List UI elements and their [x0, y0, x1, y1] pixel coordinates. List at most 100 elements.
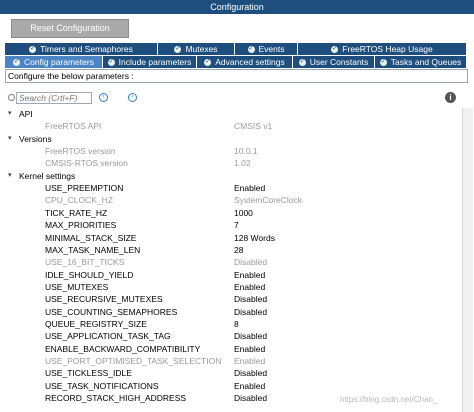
- param-row[interactable]: USE_RECURSIVE_MUTEXES Disabled: [0, 293, 462, 305]
- param-value[interactable]: 28: [234, 244, 243, 256]
- check-icon: ✓: [247, 45, 255, 53]
- tab-row-1: ✓ Timers and Semaphores ✓ Mutexes ✓ Events ✓ Fr…: [5, 43, 467, 55]
- param-value[interactable]: 7: [234, 219, 239, 231]
- param-row[interactable]: USE_COUNTING_SEMAPHORES Disabled: [0, 306, 462, 318]
- group-api[interactable]: ▾ API: [0, 108, 462, 120]
- param-value[interactable]: Disabled: [234, 330, 267, 342]
- watermark-text: https://blog.csdn.net/Chan_: [340, 395, 438, 404]
- tab-timers-and-semaphores[interactable]: ✓ Timers and Semaphores: [5, 43, 158, 55]
- check-icon: ✓: [379, 58, 387, 66]
- tab-label: Mutexes: [185, 44, 218, 54]
- param-row: USE_PORT_OPTIMISED_TASK_SELECTION Enabled: [0, 355, 462, 367]
- param-value: SystemCoreClock: [234, 195, 303, 206]
- tab-label: Events: [258, 44, 285, 54]
- param-row: USE_16_BIT_TICKS Disabled: [0, 256, 462, 268]
- param-row[interactable]: USE_PREEMPTION Enabled: [0, 182, 462, 194]
- param-value[interactable]: 1000: [234, 207, 253, 219]
- chevron-down-icon[interactable]: ▾: [8, 170, 12, 182]
- param-name: IDLE_SHOULD_YIELD: [45, 269, 134, 280]
- tab-mutexes[interactable]: ✓ Mutexes: [158, 43, 235, 55]
- param-row: CPU_CLOCK_HZ SystemCoreClock: [0, 194, 462, 206]
- param-name: MAX_TASK_NAME_LEN: [45, 244, 141, 255]
- param-value[interactable]: Disabled: [234, 392, 267, 404]
- param-row[interactable]: USE_APPLICATION_TASK_TAG Disabled: [0, 330, 462, 342]
- param-name: USE_TICKLESS_IDLE: [45, 368, 132, 379]
- reset-configuration-button[interactable]: Reset Configuration: [11, 19, 129, 38]
- param-row[interactable]: USE_TICKLESS_IDLE Disabled: [0, 367, 462, 379]
- param-row[interactable]: IDLE_SHOULD_YIELD Enabled: [0, 269, 462, 281]
- param-value[interactable]: Enabled: [234, 281, 265, 293]
- param-name: FreeRTOS API: [45, 121, 102, 132]
- param-name: USE_RECURSIVE_MUTEXES: [45, 294, 163, 305]
- param-name: CPU_CLOCK_HZ: [45, 195, 114, 206]
- param-value[interactable]: Enabled: [234, 380, 265, 392]
- param-name: ENABLE_BACKWARD_COMPATIBILITY: [45, 343, 201, 354]
- chevron-down-icon[interactable]: ▾: [8, 133, 12, 145]
- tab-label: Include parameters: [118, 57, 192, 67]
- param-value[interactable]: 128 Words: [234, 232, 275, 244]
- check-icon: ✓: [174, 45, 182, 53]
- window-title: Configuration: [0, 0, 474, 14]
- param-name: USE_PREEMPTION: [45, 183, 124, 194]
- param-value[interactable]: Disabled: [234, 367, 267, 379]
- param-name: USE_COUNTING_SEMAPHORES: [45, 306, 178, 317]
- group-kernel-settings[interactable]: ▾ Kernel settings: [0, 170, 462, 182]
- param-name: RECORD_STACK_HIGH_ADDRESS: [45, 393, 187, 404]
- tab-freertos-heap-usage[interactable]: ✓ FreeRTOS Heap Usage: [298, 43, 467, 55]
- param-name: USE_APPLICATION_TASK_TAG: [45, 331, 171, 342]
- param-row: FreeRTOS API CMSIS v1: [0, 120, 462, 132]
- group-label: Versions: [19, 133, 52, 144]
- param-row[interactable]: USE_MUTEXES Enabled: [0, 281, 462, 293]
- param-value[interactable]: Enabled: [234, 343, 265, 355]
- tab-label: Tasks and Queues: [390, 57, 462, 67]
- param-value[interactable]: Disabled: [234, 293, 267, 305]
- check-icon: ✓: [204, 58, 212, 66]
- param-name: USE_16_BIT_TICKS: [45, 257, 125, 268]
- check-icon: ✓: [13, 58, 21, 66]
- tab-include-parameters[interactable]: ✓ Include parameters: [103, 56, 197, 68]
- param-name: TICK_RATE_HZ: [45, 207, 108, 218]
- group-label: API: [19, 109, 33, 119]
- param-name: USE_MUTEXES: [45, 281, 109, 292]
- param-row[interactable]: QUEUE_REGISTRY_SIZE 8: [0, 318, 462, 330]
- param-name: CMSIS-RTOS version: [45, 158, 128, 169]
- group-label: Kernel settings: [19, 170, 76, 181]
- param-value: Enabled: [234, 356, 266, 366]
- tab-tasks-and-queues[interactable]: ✓ Tasks and Queues: [375, 56, 467, 68]
- param-row[interactable]: USE_TASK_NOTIFICATIONS Enabled: [0, 380, 462, 392]
- chevron-down-icon[interactable]: ▾: [8, 108, 12, 120]
- tab-config-parameters[interactable]: ✓ Config parameters: [5, 56, 103, 68]
- param-row[interactable]: TICK_RATE_HZ 1000: [0, 207, 462, 219]
- param-row: CMSIS-RTOS version 1.02: [0, 157, 462, 169]
- search-next-icon[interactable]: ›: [128, 93, 137, 102]
- param-name: MINIMAL_STACK_SIZE: [45, 232, 137, 243]
- param-name: USE_TASK_NOTIFICATIONS: [45, 380, 159, 391]
- search-input[interactable]: [16, 92, 92, 104]
- tab-advanced-settings[interactable]: ✓ Advanced settings: [197, 56, 293, 68]
- tab-events[interactable]: ✓ Events: [235, 43, 298, 55]
- tab-label: Config parameters: [24, 57, 94, 67]
- search-toolbar: ‹ › i: [5, 92, 467, 106]
- param-value: Disabled: [234, 257, 268, 268]
- tab-user-constants[interactable]: ✓ User Constants: [293, 56, 375, 68]
- param-row[interactable]: ENABLE_BACKWARD_COMPATIBILITY Enabled: [0, 343, 462, 355]
- param-value: CMSIS v1: [234, 121, 273, 132]
- param-row[interactable]: MAX_PRIORITIES 7: [0, 219, 462, 231]
- param-value[interactable]: 8: [234, 318, 239, 330]
- tab-label: Timers and Semaphores: [40, 44, 133, 54]
- param-name: QUEUE_REGISTRY_SIZE: [45, 318, 147, 329]
- check-icon: ✓: [298, 58, 306, 66]
- param-value: 1.02: [234, 158, 251, 169]
- param-value[interactable]: Enabled: [234, 182, 265, 194]
- param-name: MAX_PRIORITIES: [45, 220, 117, 231]
- param-row[interactable]: MAX_TASK_NAME_LEN 28: [0, 244, 462, 256]
- tab-row-2: ✓ Config parameters ✓ Include parameters ✓ Ad…: [5, 56, 467, 68]
- param-value[interactable]: Disabled: [234, 306, 267, 318]
- param-value[interactable]: Enabled: [234, 269, 265, 281]
- param-row[interactable]: MINIMAL_STACK_SIZE 128 Words: [0, 232, 462, 244]
- search-previous-icon[interactable]: ‹: [99, 93, 108, 102]
- vertical-scrollbar[interactable]: [462, 108, 473, 412]
- info-icon[interactable]: i: [445, 92, 456, 103]
- tab-label: User Constants: [309, 57, 369, 67]
- group-versions[interactable]: ▾ Versions: [0, 133, 462, 145]
